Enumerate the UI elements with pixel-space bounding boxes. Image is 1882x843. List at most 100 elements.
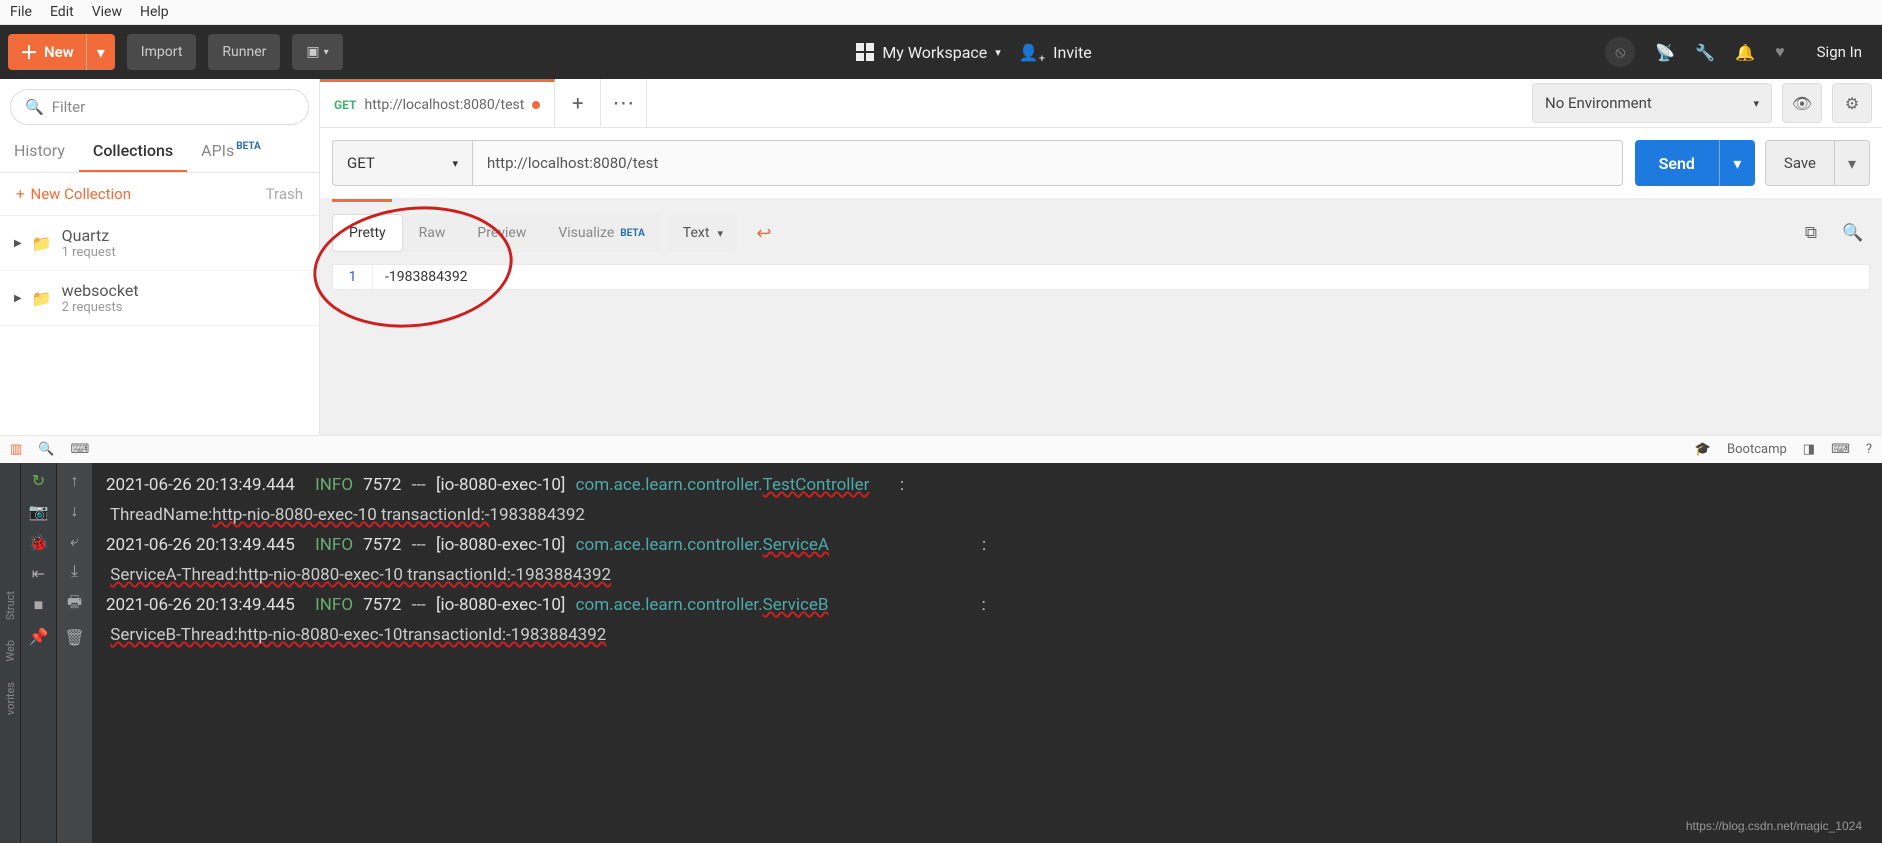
help-icon[interactable]: ?: [1866, 442, 1872, 457]
method-select[interactable]: GET ▾: [332, 140, 472, 186]
resp-tab-raw[interactable]: Raw: [403, 214, 462, 252]
folder-icon: 📁: [32, 289, 52, 308]
new-button[interactable]: ＋ New: [8, 39, 86, 65]
ide-tool-gutter-b: ↑ ↓ ⤶ ⤓ 🖶 🗑: [56, 463, 92, 843]
resp-tab-visualize[interactable]: Visualize BETA: [542, 214, 660, 252]
ide-tab-structure[interactable]: Struct: [4, 591, 17, 620]
collection-subtitle: 2 requests: [62, 300, 139, 315]
sidebar-tabs: History Collections APIsBETA: [0, 131, 319, 173]
collection-subtitle: 1 request: [62, 245, 116, 260]
import-button[interactable]: Import: [127, 34, 197, 70]
down-icon[interactable]: ↓: [71, 501, 79, 521]
invite-button[interactable]: 👤₊ Invite: [1019, 43, 1092, 62]
env-quicklook-button[interactable]: 👁: [1782, 83, 1822, 123]
chevron-down-icon: ▾: [1753, 97, 1759, 110]
sync-off-icon[interactable]: ⦸: [1605, 37, 1635, 67]
tab-collections[interactable]: Collections: [79, 131, 187, 172]
pin-icon[interactable]: 📌: [29, 627, 49, 646]
new-tab-button[interactable]: +: [555, 79, 601, 127]
menu-file[interactable]: File: [10, 4, 32, 20]
camera-icon[interactable]: 📷: [29, 502, 49, 521]
ide-console: Struct Web vorites ↻ 📷 🐞 ⇤ ■ 📌 ↑ ↓ ⤶ ⤓ 🖶…: [0, 463, 1882, 843]
bootcamp-icon: 🎓: [1695, 442, 1711, 457]
trash-link[interactable]: Trash: [266, 185, 303, 203]
response-body-text: -1983884392: [373, 265, 480, 289]
invite-label: Invite: [1053, 43, 1092, 62]
ide-tab-web[interactable]: Web: [4, 640, 17, 662]
console-icon[interactable]: ⌨: [70, 442, 89, 457]
trash-icon[interactable]: 🗑: [64, 628, 84, 647]
tab-history[interactable]: History: [0, 131, 79, 172]
send-button-caret[interactable]: ▾: [1719, 140, 1755, 186]
collection-item-quartz[interactable]: ▶ 📁 Quartz 1 request: [0, 216, 319, 271]
tab-url: http://localhost:8080/test: [364, 97, 524, 113]
status-bar: ▥ 🔍 ⌨ 🎓 Bootcamp ◨ ⌨ ?: [0, 435, 1882, 463]
bell-icon[interactable]: 🔔: [1735, 43, 1755, 62]
keyboard-icon[interactable]: ⌨: [1831, 442, 1850, 457]
chevron-down-icon: ▾: [452, 157, 458, 170]
menu-edit[interactable]: Edit: [50, 4, 74, 20]
save-button[interactable]: Save: [1765, 140, 1834, 186]
menu-view[interactable]: View: [92, 4, 122, 20]
rerun-icon[interactable]: ↻: [32, 471, 45, 490]
new-button-group: ＋ New ▾: [8, 34, 115, 70]
main-area: 🔍 Filter History Collections APIsBETA + …: [0, 79, 1882, 435]
console-output[interactable]: 2021-06-26 20:13:49.444 INFO 7572 --- [i…: [92, 463, 1882, 843]
up-icon[interactable]: ↑: [71, 471, 79, 491]
method-label: GET: [347, 154, 375, 172]
wrench-icon[interactable]: 🔧: [1695, 43, 1715, 62]
send-group: Send ▾: [1635, 140, 1755, 186]
find-icon[interactable]: 🔍: [38, 442, 54, 457]
filter-input[interactable]: 🔍 Filter: [10, 89, 309, 125]
soft-wrap-icon[interactable]: ⤶: [70, 531, 79, 551]
sidebar: 🔍 Filter History Collections APIsBETA + …: [0, 79, 320, 435]
new-window-button[interactable]: ▣ ▾: [292, 34, 342, 70]
ide-tab-favorites[interactable]: vorites: [4, 682, 17, 715]
new-button-caret[interactable]: ▾: [86, 34, 115, 70]
menu-help[interactable]: Help: [140, 4, 169, 20]
response-toolbar: Pretty Raw Preview Visualize BETA Text ▾…: [320, 202, 1882, 264]
copy-button[interactable]: ⧉: [1794, 216, 1828, 250]
response-format-select[interactable]: Text ▾: [669, 214, 737, 252]
menubar: File Edit View Help: [0, 0, 1882, 25]
heart-icon[interactable]: ♥: [1775, 42, 1785, 62]
new-button-label: New: [44, 43, 74, 61]
resp-tab-preview[interactable]: Preview: [461, 214, 542, 252]
resp-tab-pretty[interactable]: Pretty: [332, 214, 403, 252]
workspace-selector[interactable]: My Workspace ▾: [856, 43, 1000, 62]
bootcamp-label[interactable]: Bootcamp: [1727, 442, 1787, 457]
environment-select[interactable]: No Environment ▾: [1532, 83, 1772, 123]
print-icon[interactable]: 🖶: [67, 591, 82, 618]
collection-item-websocket[interactable]: ▶ 📁 websocket 2 requests: [0, 271, 319, 326]
chevron-down-icon: ▾: [995, 46, 1001, 59]
request-tab[interactable]: GET http://localhost:8080/test: [320, 79, 555, 127]
wrap-lines-button[interactable]: ↩: [745, 214, 783, 252]
sidebar-toggle-icon[interactable]: ▥: [10, 442, 22, 457]
scroll-end-icon[interactable]: ⤓: [71, 561, 78, 581]
url-input[interactable]: http://localhost:8080/test: [472, 140, 1623, 186]
tab-more-button[interactable]: ⋯: [601, 79, 647, 127]
request-row: GET ▾ http://localhost:8080/test Send ▾ …: [320, 128, 1882, 199]
save-button-caret[interactable]: ▾: [1834, 140, 1870, 186]
bug-icon[interactable]: 🐞: [29, 533, 49, 552]
response-format-label: Text: [683, 225, 710, 241]
satellite-icon[interactable]: 📡: [1655, 43, 1675, 62]
tab-apis[interactable]: APIsBETA: [187, 131, 275, 172]
send-button[interactable]: Send: [1635, 140, 1719, 186]
new-collection-row: + New Collection Trash: [0, 173, 319, 216]
runner-button[interactable]: Runner: [208, 34, 280, 70]
response-search-button[interactable]: 🔍: [1836, 216, 1870, 250]
watermark: https://blog.csdn.net/magic_1024: [1686, 817, 1862, 837]
beta-badge: BETA: [236, 141, 261, 152]
folder-icon: 📁: [32, 234, 52, 253]
two-pane-icon[interactable]: ◨: [1803, 442, 1815, 457]
exit-icon[interactable]: ⇤: [32, 564, 45, 583]
new-collection-button[interactable]: + New Collection: [16, 185, 131, 203]
settings-button[interactable]: ⚙: [1832, 83, 1872, 123]
url-value: http://localhost:8080/test: [487, 154, 658, 172]
beta-badge: BETA: [620, 228, 645, 239]
signin-button[interactable]: Sign In: [1805, 43, 1874, 61]
response-body[interactable]: 1 -1983884392: [332, 264, 1870, 290]
stop-icon[interactable]: ■: [34, 595, 44, 615]
plus-icon: +: [16, 185, 25, 203]
